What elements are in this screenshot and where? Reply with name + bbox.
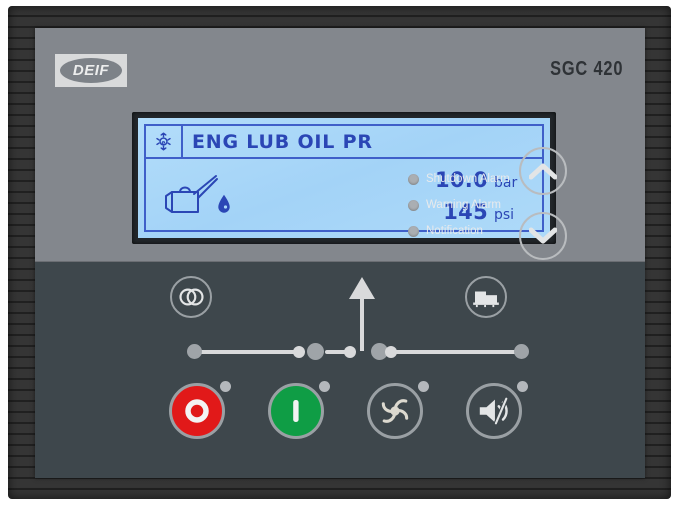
alarm-row-shutdown: Shutdown Alarm <box>408 166 528 192</box>
logo-text: DEIF <box>73 62 109 79</box>
lcd-header: e ENG LUB OIL PR <box>146 126 542 159</box>
mains-arrow-icon <box>349 277 375 299</box>
nav-down-button[interactable] <box>519 212 567 260</box>
shutdown-alarm-label: Shutdown Alarm <box>426 173 510 185</box>
mute-button-led <box>517 381 528 392</box>
auto-button[interactable] <box>367 383 423 439</box>
faceplate: DEIF SGC 420 <box>35 28 645 478</box>
deif-logo: DEIF <box>55 54 127 87</box>
lower-panel <box>35 262 645 478</box>
busbar-node-load <box>514 344 529 359</box>
chevron-up-icon <box>529 162 557 180</box>
load-indicator <box>465 276 507 318</box>
logo-ellipse: DEIF <box>60 58 122 83</box>
controller-device: DEIF SGC 420 <box>8 6 671 499</box>
stop-button[interactable] <box>169 383 225 439</box>
model-name: SGC 420 <box>550 58 623 81</box>
busbar-left <box>195 350 300 354</box>
stop-circle-icon <box>184 398 210 424</box>
mute-button-wrap[interactable] <box>466 383 522 439</box>
auto-button-wrap[interactable] <box>367 383 423 439</box>
alarm-row-notification: Notification <box>408 218 528 244</box>
busbar-node-b <box>293 346 305 358</box>
stop-button-led <box>220 381 231 392</box>
start-button-wrap[interactable] <box>268 383 324 439</box>
auto-swirl-icon <box>377 393 413 429</box>
oil-drop-icon <box>219 196 229 212</box>
lcd-title: ENG LUB OIL PR <box>183 126 542 157</box>
start-bar-icon <box>283 397 309 425</box>
notification-label: Notification <box>426 225 483 237</box>
alarm-indicator-list: Shutdown Alarm Warning Alarm Notificatio… <box>408 166 528 244</box>
plant-load-icon <box>472 286 500 308</box>
warning-alarm-label: Warning Alarm <box>426 199 501 211</box>
generator-breaker <box>307 343 324 360</box>
single-line-diagram <box>35 262 645 372</box>
stop-button-wrap[interactable] <box>169 383 225 439</box>
mute-button[interactable] <box>466 383 522 439</box>
warning-alarm-led <box>408 200 419 211</box>
lcd-graphic <box>146 161 251 230</box>
svg-text:e: e <box>162 140 166 146</box>
busbar-node-generator <box>187 344 202 359</box>
start-button[interactable] <box>268 383 324 439</box>
auto-button-led <box>418 381 429 392</box>
notification-led <box>408 226 419 237</box>
horn-mute-icon <box>476 395 512 427</box>
shutdown-alarm-led <box>408 174 419 185</box>
mains-riser-line <box>360 294 364 351</box>
generator-icon <box>178 287 205 307</box>
drop-highlight <box>223 205 226 208</box>
nav-up-button[interactable] <box>519 147 567 195</box>
upper-panel: DEIF SGC 420 <box>35 28 645 262</box>
mute-slash-line <box>496 399 506 424</box>
busbar-node-d <box>344 346 356 358</box>
busbar-right <box>380 350 520 354</box>
generator-indicator <box>170 276 212 318</box>
lcd-header-icon-cell: e <box>146 126 183 157</box>
chevron-down-icon <box>529 227 557 245</box>
oil-can-icon <box>162 170 240 222</box>
engine-rotation-icon: e <box>152 130 175 153</box>
alarm-row-warning: Warning Alarm <box>408 192 528 218</box>
busbar-node-f <box>385 346 397 358</box>
start-button-led <box>319 381 330 392</box>
